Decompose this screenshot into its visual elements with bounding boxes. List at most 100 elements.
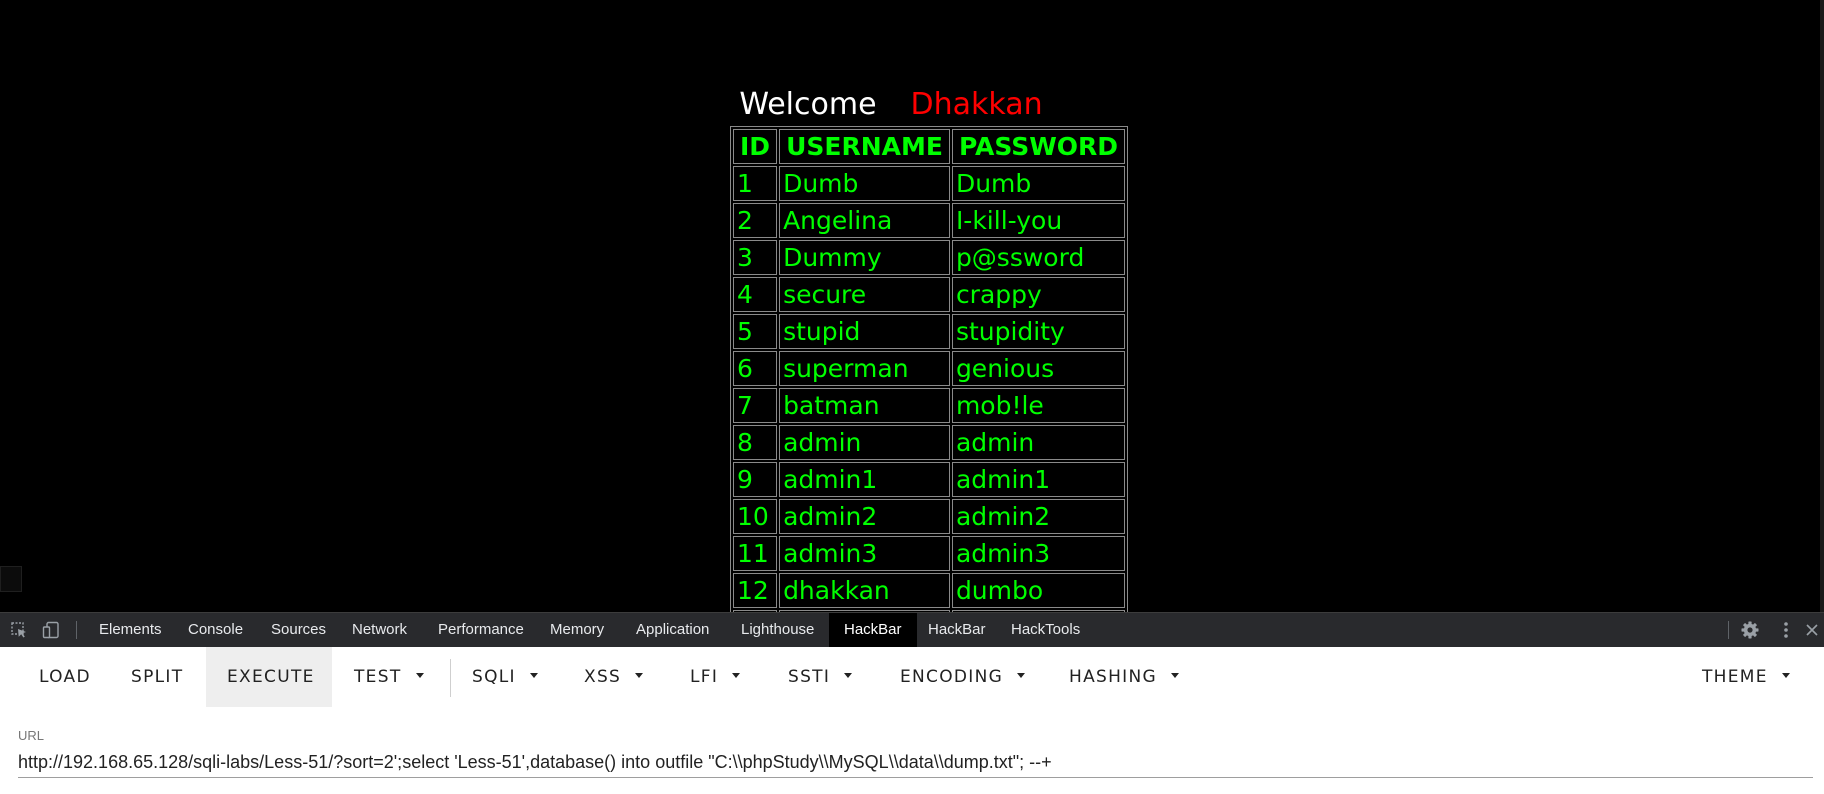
caret-down-icon (1781, 672, 1790, 678)
cell-username: secure (779, 277, 950, 312)
cell-id: 2 (733, 203, 778, 238)
encoding-label: ENCODING (900, 667, 1004, 687)
execute-button[interactable]: EXECUTE (206, 647, 332, 707)
cell-id: 10 (733, 499, 778, 534)
cell-username: admin1 (779, 462, 950, 497)
kebab-menu-icon[interactable] (1773, 613, 1799, 647)
caret-down-icon (1171, 672, 1179, 678)
device-toggle-icon[interactable] (38, 613, 64, 647)
test-dropdown-button[interactable]: TEST (336, 647, 442, 707)
sqli-dropdown-button[interactable]: SQLI (452, 647, 558, 707)
table-row: 8 admin admin (733, 425, 1126, 460)
cell-id: 8 (733, 425, 778, 460)
table-row: 7 batman mob!le (733, 388, 1126, 423)
caret-down-icon (635, 672, 644, 678)
lfi-label: LFI (690, 667, 719, 687)
cell-id: 11 (733, 536, 778, 571)
tab-memory[interactable]: Memory (550, 613, 604, 647)
page-viewport: Welcome Dhakkan ID USERNAME PASSWORD 1 Dum… (0, 0, 1824, 612)
cell-username: admin (779, 425, 950, 460)
column-header-id: ID (733, 129, 778, 164)
lfi-dropdown-button[interactable]: LFI (671, 647, 759, 707)
url-field-label: URL (18, 728, 45, 743)
table-row: 10 admin2 admin2 (733, 499, 1126, 534)
caret-down-icon (529, 672, 538, 678)
cell-username: superman (779, 351, 950, 386)
cell-password: admin1 (951, 462, 1126, 497)
cell-password: I-kill-you (951, 203, 1126, 238)
hackbar-panel: LOAD SPLIT EXECUTE TEST SQLI XSS LFI SST… (0, 647, 1824, 794)
cell-id: 5 (733, 314, 778, 349)
tab-sources[interactable]: Sources (271, 613, 326, 647)
welcome-heading: Welcome Dhakkan (0, 86, 1782, 124)
column-header-username: USERNAME (779, 129, 950, 164)
encoding-dropdown-button[interactable]: ENCODING (882, 647, 1043, 707)
load-button[interactable]: LOAD (18, 647, 112, 707)
browser-window: Welcome Dhakkan ID USERNAME PASSWORD 1 Dum… (0, 0, 1824, 794)
cell-id: 12 (733, 573, 778, 608)
table-row: 3 Dummy p@ssword (733, 240, 1126, 275)
cell-id: 6 (733, 351, 778, 386)
xss-dropdown-button[interactable]: XSS (565, 647, 662, 707)
dock-handle[interactable] (0, 566, 22, 592)
url-input[interactable] (18, 748, 1813, 778)
table-row: 5 stupid stupidity (733, 314, 1126, 349)
hashing-label: HASHING (1069, 667, 1157, 687)
test-label: TEST (354, 667, 402, 687)
cell-password: dumbo (951, 573, 1126, 608)
tab-network[interactable]: Network (352, 613, 407, 647)
cell-id: 4 (733, 277, 778, 312)
table-header-row: ID USERNAME PASSWORD (733, 129, 1126, 164)
gear-icon[interactable] (1737, 613, 1763, 647)
caret-down-icon (1017, 672, 1026, 678)
tab-application[interactable]: Application (636, 613, 709, 647)
cell-username: dhakkan (779, 573, 950, 608)
xss-label: XSS (584, 667, 622, 687)
page-scrollbar[interactable] (1820, 0, 1824, 612)
tab-hacktools[interactable]: HackTools (1011, 613, 1080, 647)
inspect-element-icon[interactable] (6, 613, 32, 647)
welcome-text: Welcome (739, 87, 877, 122)
toolbar-divider (450, 659, 451, 697)
table-row: 12 dhakkan dumbo (733, 573, 1126, 608)
devtools-tab-bar: Elements Console Sources Network Perform… (0, 612, 1824, 647)
caret-down-icon (415, 672, 424, 678)
ssti-dropdown-button[interactable]: SSTI (770, 647, 870, 707)
cell-password: admin2 (951, 499, 1126, 534)
hackbar-toolbar: LOAD SPLIT EXECUTE TEST SQLI XSS LFI SST… (0, 647, 1824, 707)
tab-performance[interactable]: Performance (438, 613, 524, 647)
table-row: 1 Dumb Dumb (733, 166, 1126, 201)
theme-label: THEME (1702, 667, 1768, 687)
table-row: 9 admin1 admin1 (733, 462, 1126, 497)
tab-hackbar-active[interactable]: HackBar (829, 613, 917, 647)
cell-id: 3 (733, 240, 778, 275)
cell-username: admin2 (779, 499, 950, 534)
cell-password: Dumb (951, 166, 1126, 201)
cell-password: admin3 (951, 536, 1126, 571)
sqli-label: SQLI (472, 667, 516, 687)
close-icon[interactable] (1802, 613, 1822, 647)
cell-username: admin3 (779, 536, 950, 571)
welcome-username: Dhakkan (910, 87, 1043, 122)
toolbar-divider (1728, 621, 1729, 639)
tab-console[interactable]: Console (188, 613, 243, 647)
split-button[interactable]: SPLIT (111, 647, 203, 707)
caret-down-icon (844, 672, 853, 678)
table-row: 4 secure crappy (733, 277, 1126, 312)
cell-id: 9 (733, 462, 778, 497)
users-table: ID USERNAME PASSWORD 1 Dumb Dumb 2 Angelina… (730, 126, 1129, 612)
cell-username: Angelina (779, 203, 950, 238)
tab-hackbar[interactable]: HackBar (928, 613, 986, 647)
cell-password: admin (951, 425, 1126, 460)
tab-elements[interactable]: Elements (99, 613, 162, 647)
theme-dropdown-button[interactable]: THEME (1684, 647, 1808, 707)
toolbar-divider (76, 621, 77, 639)
cell-username: Dummy (779, 240, 950, 275)
table-row: 6 superman genious (733, 351, 1126, 386)
hashing-dropdown-button[interactable]: HASHING (1051, 647, 1197, 707)
cell-password: crappy (951, 277, 1126, 312)
cell-password: p@ssword (951, 240, 1126, 275)
cell-username: stupid (779, 314, 950, 349)
table-row: 2 Angelina I-kill-you (733, 203, 1126, 238)
tab-lighthouse[interactable]: Lighthouse (741, 613, 814, 647)
